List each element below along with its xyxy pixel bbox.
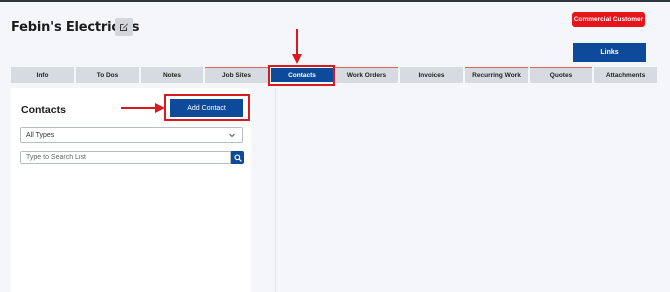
contacts-tab-highlight [268, 65, 335, 86]
contacts-panel-title: Contacts [21, 104, 66, 116]
add-contact-highlight [164, 94, 250, 121]
tab-info[interactable]: Info [11, 67, 74, 83]
edit-button[interactable] [115, 18, 133, 36]
edit-icon [120, 23, 128, 31]
tab-attachments[interactable]: Attachments [594, 67, 657, 83]
search-icon [233, 153, 242, 162]
tab-to-dos[interactable]: To Dos [76, 67, 139, 83]
pane-divider [275, 88, 276, 292]
search-input[interactable] [20, 151, 231, 164]
tab-notes[interactable]: Notes [141, 67, 203, 83]
customer-type-badge: Commercial Customer [572, 12, 645, 27]
tab-invoices[interactable]: Invoices [400, 67, 463, 83]
type-filter-select[interactable]: All Types [20, 127, 243, 143]
tab-work-orders[interactable]: Work Orders [335, 67, 398, 83]
type-filter-value: All Types [26, 131, 55, 139]
annotation-arrow-right [121, 103, 165, 113]
search-button[interactable] [231, 151, 244, 164]
links-button[interactable]: Links [573, 43, 646, 62]
annotation-arrow-down [292, 29, 302, 64]
top-border [0, 0, 670, 2]
detail-pane [262, 88, 670, 292]
tab-job-sites[interactable]: Job Sites [205, 67, 268, 83]
tab-recurring-work[interactable]: Recurring Work [465, 67, 528, 83]
chevron-down-icon [229, 133, 235, 138]
tab-quotes[interactable]: Quotes [530, 67, 592, 83]
